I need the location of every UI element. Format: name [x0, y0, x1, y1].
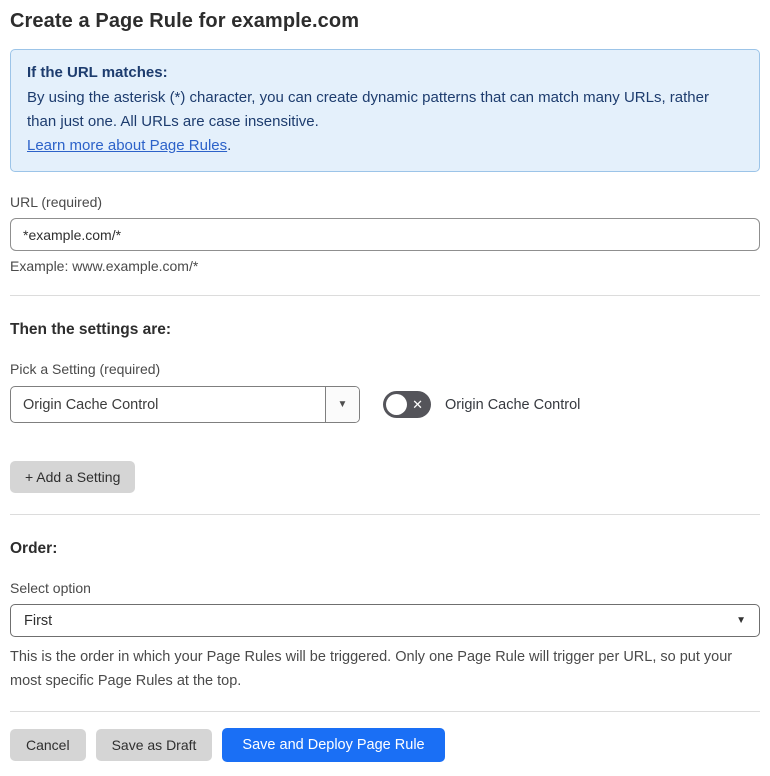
toggle-knob: [386, 394, 407, 415]
pick-setting-label: Pick a Setting (required): [10, 361, 161, 377]
url-match-info-box: If the URL matches: By using the asteris…: [10, 49, 760, 172]
setting-select-value: Origin Cache Control: [23, 396, 159, 413]
divider: [10, 711, 760, 712]
add-setting-button[interactable]: + Add a Setting: [10, 461, 136, 493]
divider: [10, 514, 760, 515]
order-select-value: First: [24, 612, 53, 629]
save-as-draft-button[interactable]: Save as Draft: [95, 729, 213, 761]
cancel-button[interactable]: Cancel: [10, 729, 86, 761]
setting-select-arrow-button[interactable]: ▼: [325, 387, 359, 422]
info-box-body-text: By using the asterisk (*) character, you…: [27, 89, 709, 130]
setting-row: Origin Cache Control ▼ ✕ Origin Cache Co…: [10, 386, 760, 423]
order-helper-text: This is the order in which your Page Rul…: [10, 649, 733, 689]
footer-actions: Cancel Save as Draft Save and Deploy Pag…: [10, 728, 760, 762]
toggle-label: Origin Cache Control: [445, 396, 581, 413]
info-box-body: By using the asterisk (*) character, you…: [27, 86, 727, 158]
url-example-helper: Example: www.example.com/*: [10, 258, 199, 274]
info-box-heading: If the URL matches:: [27, 64, 168, 81]
url-input[interactable]: [10, 218, 760, 251]
order-section-heading: Order:: [10, 540, 58, 557]
chevron-down-icon: ▼: [736, 615, 746, 626]
save-and-deploy-button[interactable]: Save and Deploy Page Rule: [222, 728, 445, 762]
origin-cache-control-toggle[interactable]: ✕: [383, 391, 431, 418]
chevron-down-icon: ▼: [337, 399, 348, 410]
divider: [10, 295, 760, 296]
order-select-label: Select option: [10, 580, 91, 596]
toggle-off-x-icon: ✕: [412, 396, 423, 412]
order-select[interactable]: First ▼: [10, 604, 760, 637]
setting-select[interactable]: Origin Cache Control ▼: [10, 386, 360, 423]
url-field-label: URL (required): [10, 194, 103, 210]
learn-more-link[interactable]: Learn more about Page Rules: [27, 137, 227, 154]
link-suffix: .: [227, 137, 232, 154]
page-title: Create a Page Rule for example.com: [10, 10, 360, 32]
settings-section-heading: Then the settings are:: [10, 321, 172, 338]
